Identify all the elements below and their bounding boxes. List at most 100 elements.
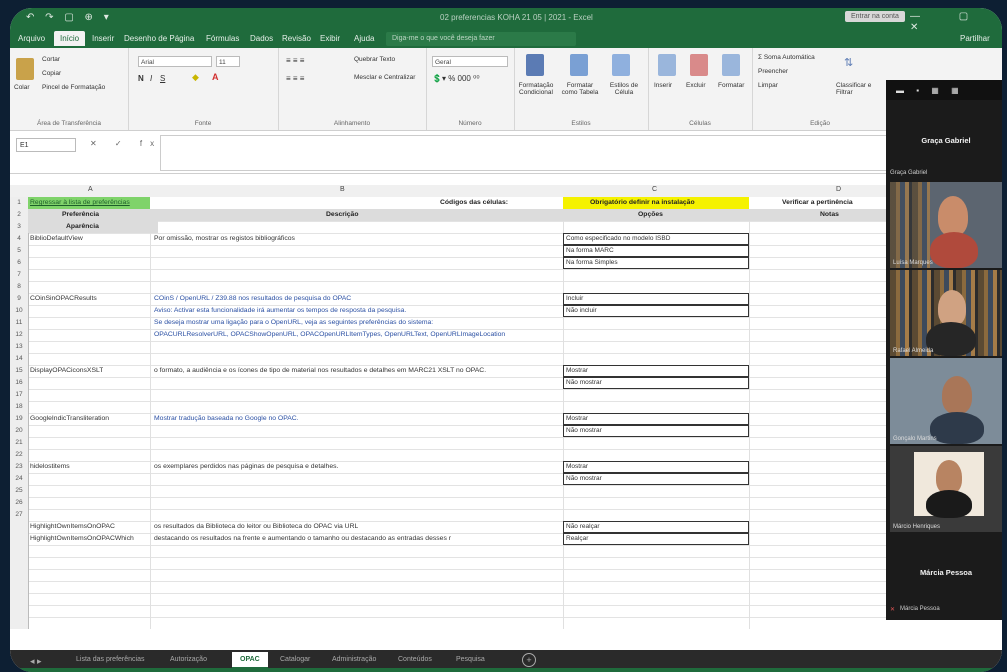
col-header-d[interactable]: D (836, 186, 841, 193)
option-cell[interactable]: Como especificado no modelo ISBD (563, 233, 749, 245)
tab-view[interactable]: Exibir (320, 34, 340, 43)
italic-button[interactable]: I (150, 74, 152, 83)
participant-tile[interactable]: Luísa Marques (890, 182, 1002, 268)
sheet-tab[interactable]: Catalogar (280, 656, 310, 663)
pref-description[interactable]: destacando os resultados na frente e aum… (154, 533, 562, 545)
pref-description[interactable]: Por omissão, mostrar os registos bibliog… (154, 233, 295, 245)
pref-description[interactable]: os resultados da Biblioteca do leitor ou… (154, 521, 358, 533)
row-number[interactable]: 13 (10, 341, 28, 353)
currency-icon[interactable]: 💲▾ % 000 ⁰⁰ (432, 74, 480, 83)
option-cell[interactable]: Não mostrar (563, 473, 749, 485)
autosum-button[interactable]: Σ Soma Automática (758, 54, 815, 61)
option-cell[interactable]: Incluir (563, 293, 749, 305)
pref-name[interactable]: BiblioDefaultView (30, 233, 83, 245)
row-number[interactable]: 17 (10, 389, 28, 401)
row-number[interactable]: 21 (10, 437, 28, 449)
formula-input[interactable] (160, 135, 890, 171)
tab-scroll-arrows[interactable]: ◂ ▸ (30, 656, 42, 667)
tab-data[interactable]: Dados (250, 34, 273, 43)
format-table-button[interactable]: Formatar como Tabela (558, 82, 602, 96)
sheet-tab-active[interactable]: OPAC (232, 652, 268, 669)
pref-name[interactable]: GoogleIndicTransliteration (30, 413, 109, 425)
row-number[interactable]: 18 (10, 401, 28, 413)
row-number[interactable]: 9 (10, 293, 28, 305)
view-options-icon[interactable]: ▬ ▪ ▦ ▦ (896, 86, 964, 95)
share-button[interactable]: Partilhar (960, 34, 990, 43)
row-number[interactable]: 15 (10, 365, 28, 377)
number-format-select[interactable]: Geral (432, 56, 508, 67)
row-number[interactable]: 2 (10, 209, 28, 221)
quick-access-toolbar[interactable]: ↶ ↷ ▢ ⊕ ▾ (26, 12, 113, 23)
sheet-tab[interactable]: Autorização (170, 656, 207, 663)
row-number[interactable]: 25 (10, 485, 28, 497)
participant-tile[interactable]: Gonçalo Martins (890, 358, 1002, 444)
col-header-c[interactable]: C (652, 186, 657, 193)
row-number[interactable]: 16 (10, 377, 28, 389)
row-number[interactable]: 6 (10, 257, 28, 269)
align-left-icon[interactable]: ≡ ≡ ≡ (286, 74, 304, 83)
conditional-format-icon[interactable] (526, 54, 544, 76)
sort-filter-button[interactable]: Classificar e Filtrar (836, 82, 876, 96)
paste-icon[interactable] (16, 58, 34, 80)
bold-button[interactable]: N (138, 74, 144, 83)
pref-name[interactable]: COinSinOPACResults (30, 293, 97, 305)
cut-button[interactable]: Cortar (42, 56, 60, 63)
sheet-tab[interactable]: Administração (332, 656, 376, 663)
pref-name[interactable]: HighlightOwnItemsOnOPAC (30, 521, 115, 533)
option-cell[interactable]: Não incluir (563, 305, 749, 317)
row-number[interactable]: 5 (10, 245, 28, 257)
option-cell[interactable]: Mostrar (563, 413, 749, 425)
row-number[interactable]: 12 (10, 329, 28, 341)
font-size-select[interactable]: 11 (216, 56, 240, 67)
tell-me-search[interactable]: Diga-me o que você deseja fazer (386, 32, 576, 46)
font-name-select[interactable]: Arial (138, 56, 212, 67)
option-cell[interactable]: Mostrar (563, 461, 749, 473)
pref-description[interactable]: Aviso: Activar esta funcionalidade irá a… (154, 305, 406, 317)
format-painter-button[interactable]: Pincel de Formatação (42, 84, 105, 91)
insert-cells-button[interactable]: Inserir (654, 82, 672, 89)
tab-page-layout[interactable]: Desenho de Página (124, 34, 194, 43)
tab-formulas[interactable]: Fórmulas (206, 34, 239, 43)
conditional-format-button[interactable]: Formatação Condicional (516, 82, 556, 96)
col-header-b[interactable]: B (340, 186, 345, 193)
tab-help[interactable]: Ajuda (354, 34, 374, 43)
row-number[interactable]: 27 (10, 509, 28, 521)
delete-cells-button[interactable]: Excluir (686, 82, 706, 89)
pref-name[interactable]: DisplayOPACiconsXSLT (30, 365, 103, 377)
merge-center-button[interactable]: Mesclar e Centralizar (354, 74, 415, 81)
row-number[interactable]: 19 (10, 413, 28, 425)
option-cell[interactable]: Mostrar (563, 365, 749, 377)
option-cell[interactable]: Na forma Simples (563, 257, 749, 269)
format-cells-icon[interactable] (722, 54, 740, 76)
name-box[interactable]: E1 (16, 138, 76, 152)
delete-cells-icon[interactable] (690, 54, 708, 76)
sheet-tab[interactable]: Conteúdos (398, 656, 432, 663)
add-sheet-icon[interactable]: + (522, 653, 536, 667)
row-number[interactable]: 10 (10, 305, 28, 317)
align-top-icon[interactable]: ≡ ≡ ≡ (286, 56, 304, 65)
pref-name[interactable]: hidelostitems (30, 461, 70, 473)
tab-file[interactable]: Arquivo (18, 34, 45, 43)
option-cell[interactable]: Na forma MARC (563, 245, 749, 257)
row-number[interactable]: 7 (10, 269, 28, 281)
copy-button[interactable]: Copiar (42, 70, 61, 77)
participant-tile[interactable]: Márcio Henriques (890, 446, 1002, 532)
row-number[interactable]: 20 (10, 425, 28, 437)
pref-description[interactable]: COinS / OpenURL / Z39.88 nos resultados … (154, 293, 351, 305)
pref-name[interactable]: HighlightOwnItemsOnOPACWhich (30, 533, 134, 545)
insert-cells-icon[interactable] (658, 54, 676, 76)
row-number[interactable]: 24 (10, 473, 28, 485)
pref-description[interactable]: Mostrar tradução baseada no Google no OP… (154, 413, 299, 425)
back-link[interactable]: Regressar à lista de preferências (30, 197, 130, 209)
format-table-icon[interactable] (570, 54, 588, 76)
sign-in-button[interactable]: Entrar na conta (845, 11, 905, 22)
formula-buttons[interactable]: ✕ ✓ fx (90, 139, 162, 148)
tab-review[interactable]: Revisão (282, 34, 311, 43)
format-cells-button[interactable]: Formatar (718, 82, 744, 89)
option-cell[interactable]: Não mostrar (563, 377, 749, 389)
sheet-tab[interactable]: Lista das preferências (76, 656, 144, 663)
sort-filter-icon[interactable]: ⇅ (844, 56, 853, 69)
participant-tile-host[interactable]: Graça Gabriel Graça Gabriel (886, 100, 1002, 180)
row-number[interactable]: 14 (10, 353, 28, 365)
row-number[interactable]: 1 (10, 197, 28, 209)
